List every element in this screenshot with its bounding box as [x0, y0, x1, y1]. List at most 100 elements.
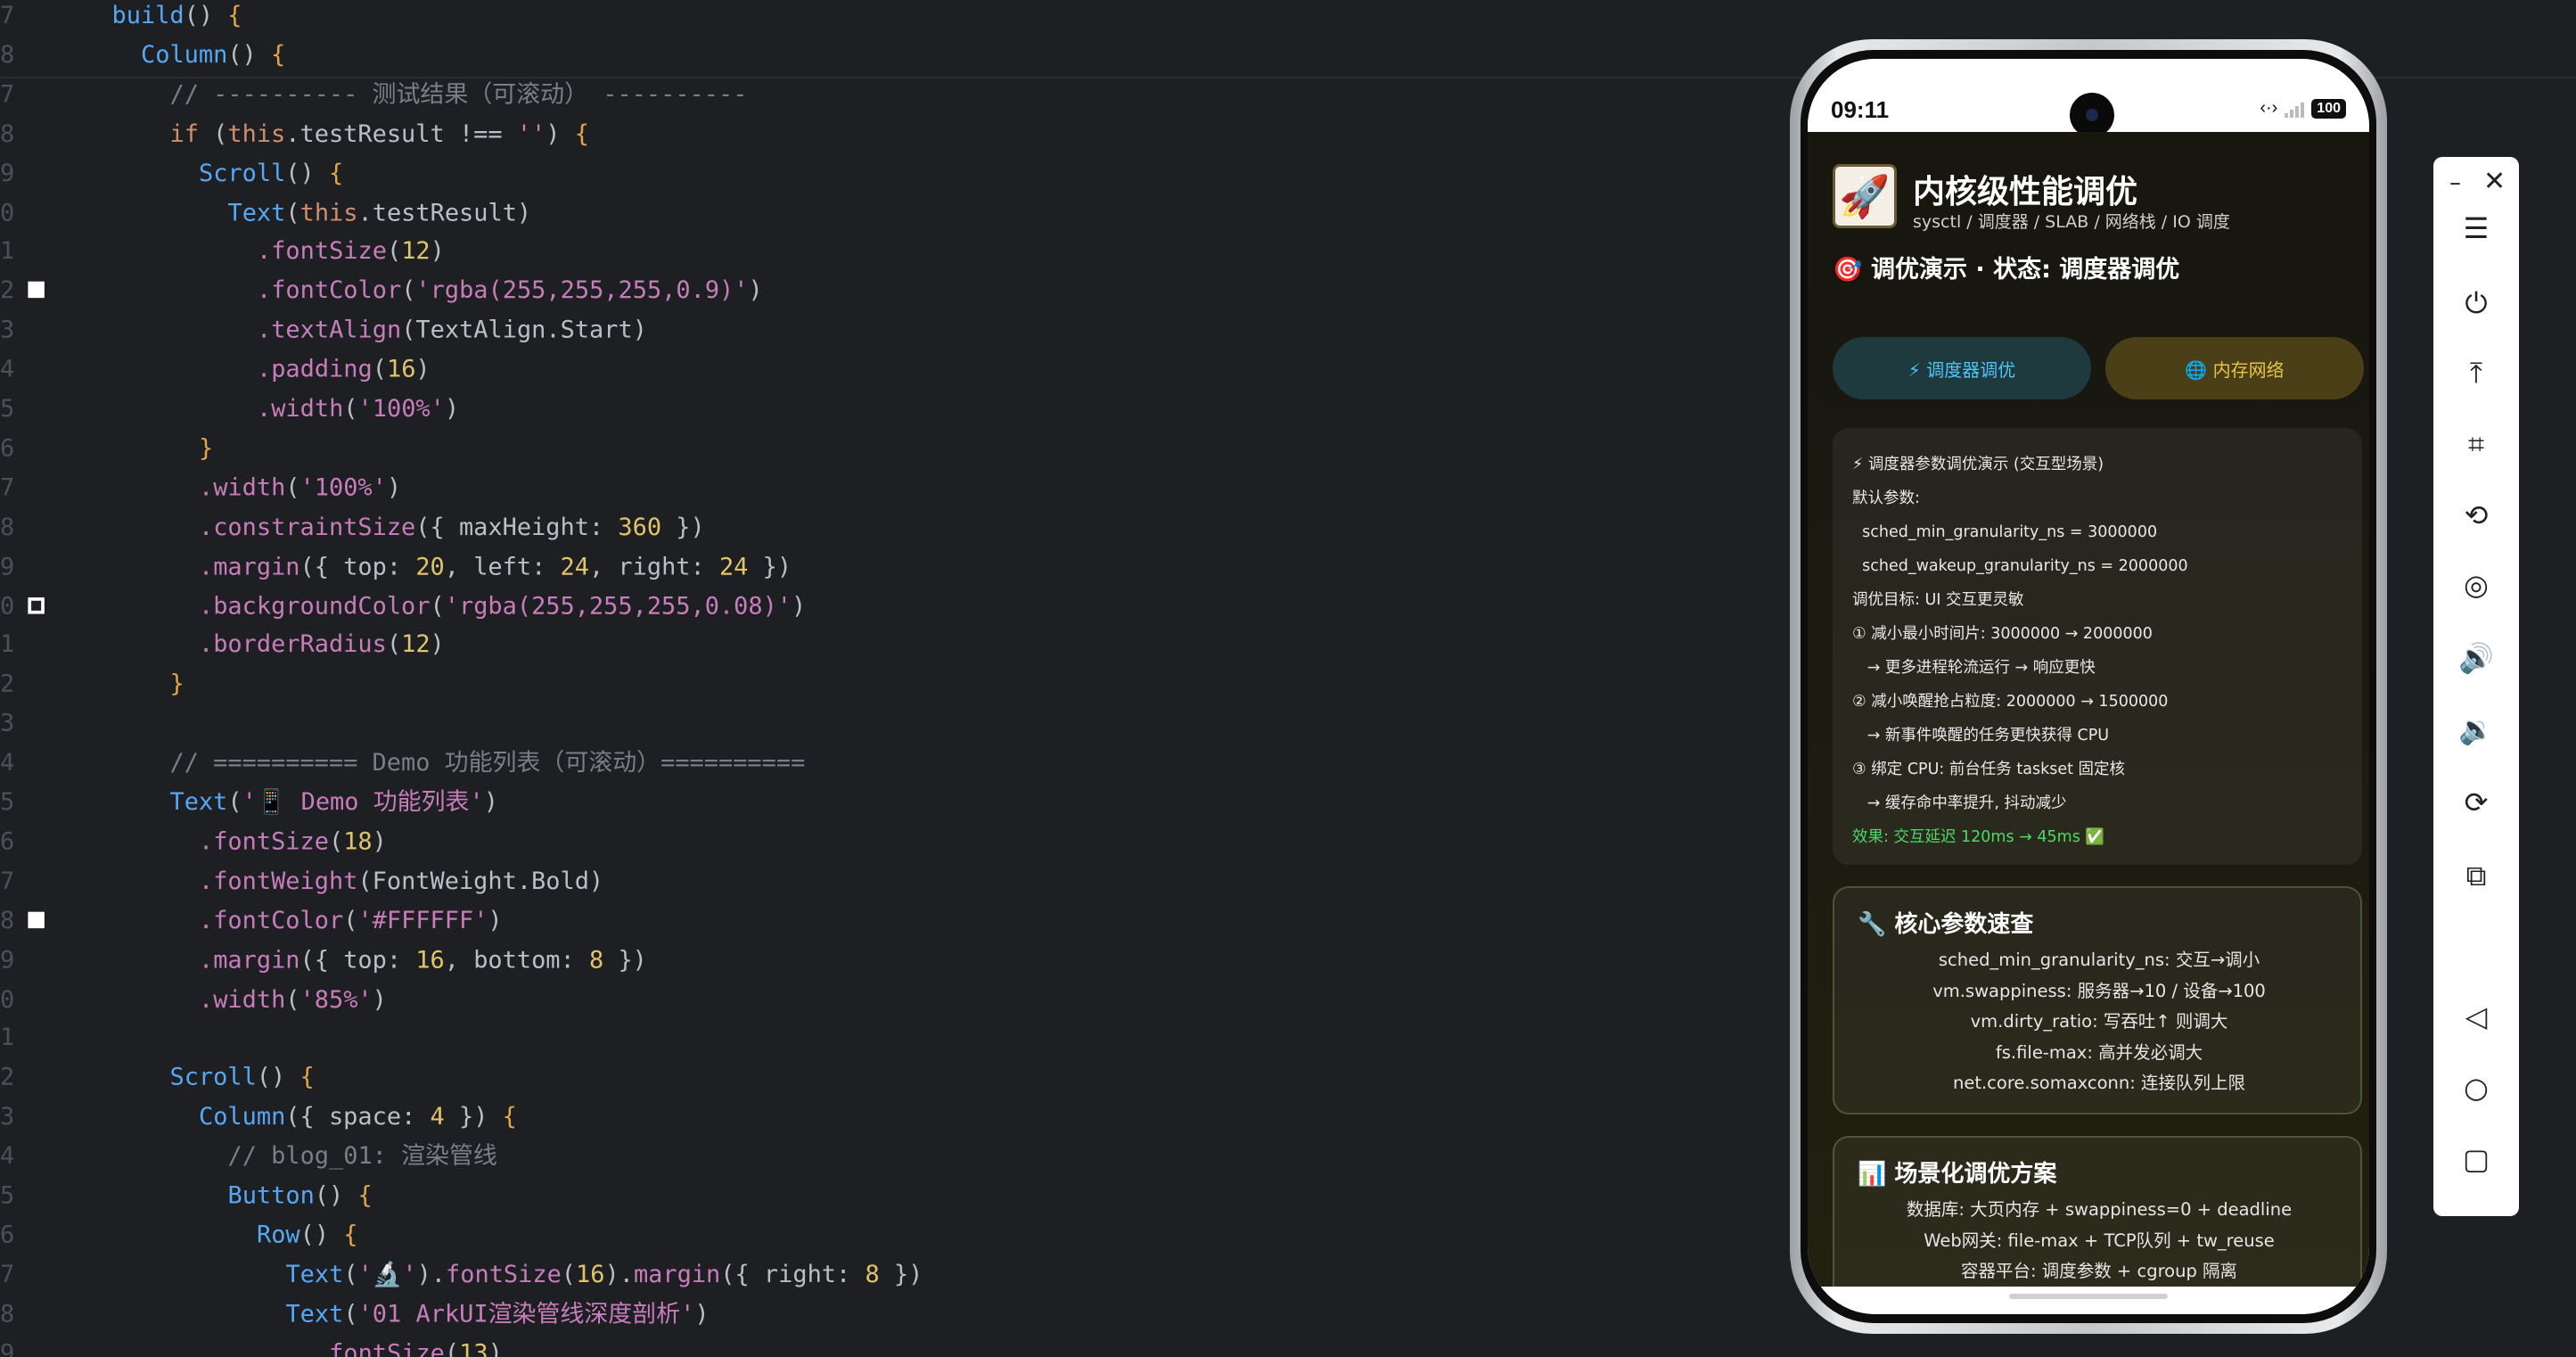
crop-icon[interactable]: ⌗ [2433, 423, 2519, 465]
code-token: '85%' [299, 984, 373, 1014]
gutter-color-swatch[interactable] [28, 282, 45, 299]
code-token: ). [604, 1260, 634, 1289]
gutter-color-swatch[interactable] [28, 596, 45, 613]
line-number: 8 [0, 119, 15, 148]
code-token: ({ top: [299, 552, 416, 580]
code-token: ( [372, 355, 387, 384]
code-token: () [256, 1064, 300, 1092]
code-token: 20 [415, 552, 445, 580]
code-token: .padding [256, 355, 373, 384]
code-token: .fontSize [256, 237, 387, 266]
code-token: }) [603, 945, 647, 975]
code-token: // ---------- 测试结果（可滚动） ---------- [169, 80, 748, 109]
code-text: Scroll() { [199, 154, 343, 193]
app-content[interactable]: 🚀 内核级性能调优 sysctl / 调度器 / SLAB / 网络栈 / IO… [1808, 132, 2369, 1287]
code-token: ) [792, 591, 807, 621]
line-number: 7 [0, 867, 15, 895]
card-item: vm.dirty_ratio: 写吞吐↑ 则调大 [1970, 1011, 2228, 1032]
test-result-panel[interactable]: ⚡ 调度器参数调优演示 (交互型场景) 默认参数: sched_min_granu… [1833, 428, 2362, 865]
code-token: '01 ArkUI渲染管线深度剖析' [357, 1299, 695, 1328]
code-token: { [328, 159, 344, 187]
code-token: ({ space: [285, 1103, 431, 1131]
code-token: , right: [588, 552, 719, 580]
code-token: 16 [576, 1260, 605, 1289]
gutter-color-swatch[interactable] [28, 911, 45, 928]
card-item: sched_min_granularity_ns: 交互→调小 [1938, 950, 2260, 970]
power-icon[interactable]: ⏻ [2433, 282, 2519, 325]
screenshot-icon[interactable]: ◎ [2433, 563, 2519, 606]
code-token: { [343, 1221, 358, 1249]
code-token: ( [386, 237, 402, 266]
code-token: ( [285, 473, 300, 502]
back-icon[interactable]: ◁ [2433, 995, 2519, 1038]
code-token: (FontWeight.Bold) [357, 867, 604, 895]
code-text: .width('85%') [199, 980, 387, 1019]
code-token: ({ right: [720, 1260, 866, 1289]
line-number: 9 [0, 945, 15, 975]
code-token: '📱 Demo 功能列表' [242, 788, 484, 817]
code-token: ( [285, 984, 300, 1014]
battery-icon: 100 [2311, 98, 2346, 119]
code-text: // ========== Demo 功能列表（可滚动）========== [169, 744, 805, 784]
line-number: 1 [0, 630, 15, 660]
code-token: ) [748, 276, 763, 306]
rotate-device-icon[interactable]: ⟳ [2433, 781, 2519, 824]
data-transfer-icon: ‹·› [2260, 98, 2278, 118]
rotate-icon[interactable]: ⟲ [2433, 494, 2519, 537]
line-number: 7 [0, 473, 15, 502]
code-token: ) [488, 906, 503, 934]
code-text: .borderRadius(12) [199, 626, 445, 665]
code-token: ). [416, 1260, 447, 1289]
line-number: 6 [0, 827, 15, 856]
result-line: → 更多进程轮流运行 → 响应更快 [1852, 659, 2096, 677]
scheduler-tuning-button[interactable]: ⚡ 调度器调优 [1833, 337, 2091, 399]
line-number: 1 [0, 237, 15, 266]
volume-down-icon[interactable]: 🔉 [2433, 708, 2519, 751]
code-line[interactable]: 9 .fontSize(13) [0, 1334, 2576, 1357]
code-text: .backgroundColor('rgba(255,255,255,0.08)… [199, 587, 806, 626]
code-text: Text('📱 Demo 功能列表') [169, 784, 497, 823]
code-token: Row [256, 1221, 300, 1249]
code-token: .width [256, 395, 344, 424]
code-token: ( [343, 395, 358, 424]
line-number: 3 [0, 1103, 15, 1131]
code-token: .backgroundColor [198, 591, 431, 621]
phone-screen[interactable]: 09:11 ‹·› 100 🚀 内核级性能调优 sysctl / 调度器 / S… [1808, 59, 2369, 1314]
home-indicator[interactable] [2009, 1294, 2168, 1299]
code-token: ) [386, 473, 402, 502]
params-card-title: 🔧 核心参数速查 [1858, 911, 2034, 938]
code-line[interactable]: 7 build() { [0, 0, 2576, 36]
code-token: '#FFFFFF' [357, 906, 488, 934]
code-token: , bottom: [444, 945, 589, 975]
code-token: ( [213, 119, 228, 148]
code-text: .width('100%') [257, 391, 459, 430]
recents-icon[interactable]: ▢ [2433, 1138, 2519, 1180]
code-token: '100%' [299, 473, 387, 502]
minimize-icon[interactable]: – [2449, 169, 2461, 196]
code-token: { [574, 119, 589, 148]
code-text: .textAlign(TextAlign.Start) [257, 311, 647, 350]
code-token: .fontWeight [198, 867, 358, 895]
line-number: 8 [0, 513, 15, 541]
volume-up-icon[interactable]: 🔊 [2433, 637, 2519, 679]
pin-top-icon[interactable]: ⤒ [2433, 351, 2519, 394]
menu-icon[interactable]: ☰ [2433, 207, 2519, 250]
memory-network-button[interactable]: 🌐 内存网络 [2105, 337, 2364, 399]
home-icon[interactable]: ○ [2433, 1066, 2519, 1109]
line-number: 3 [0, 316, 15, 345]
code-editor[interactable]: 7 build() {8 Column() {7// ---------- 测试结果… [0, 0, 2576, 1357]
code-token: { [270, 40, 286, 70]
code-token: 8 [865, 1260, 880, 1289]
close-icon[interactable]: ✕ [2483, 166, 2506, 197]
code-token: '🔬' [357, 1260, 417, 1289]
code-token: ({ maxHeight: [415, 513, 619, 541]
signal-icon [2285, 100, 2305, 118]
code-text: .margin({ top: 16, bottom: 8 }) [199, 941, 647, 980]
fold-device-icon[interactable]: ⧉ [2433, 854, 2519, 897]
code-token: ( [343, 906, 358, 934]
app-header: 🚀 内核级性能调优 sysctl / 调度器 / SLAB / 网络栈 / IO… [1833, 164, 2350, 232]
line-number: 8 [0, 1299, 15, 1328]
line-number: 1 [0, 1024, 15, 1053]
status-time: 09:11 [1831, 96, 1890, 123]
code-token: .width [198, 473, 286, 502]
